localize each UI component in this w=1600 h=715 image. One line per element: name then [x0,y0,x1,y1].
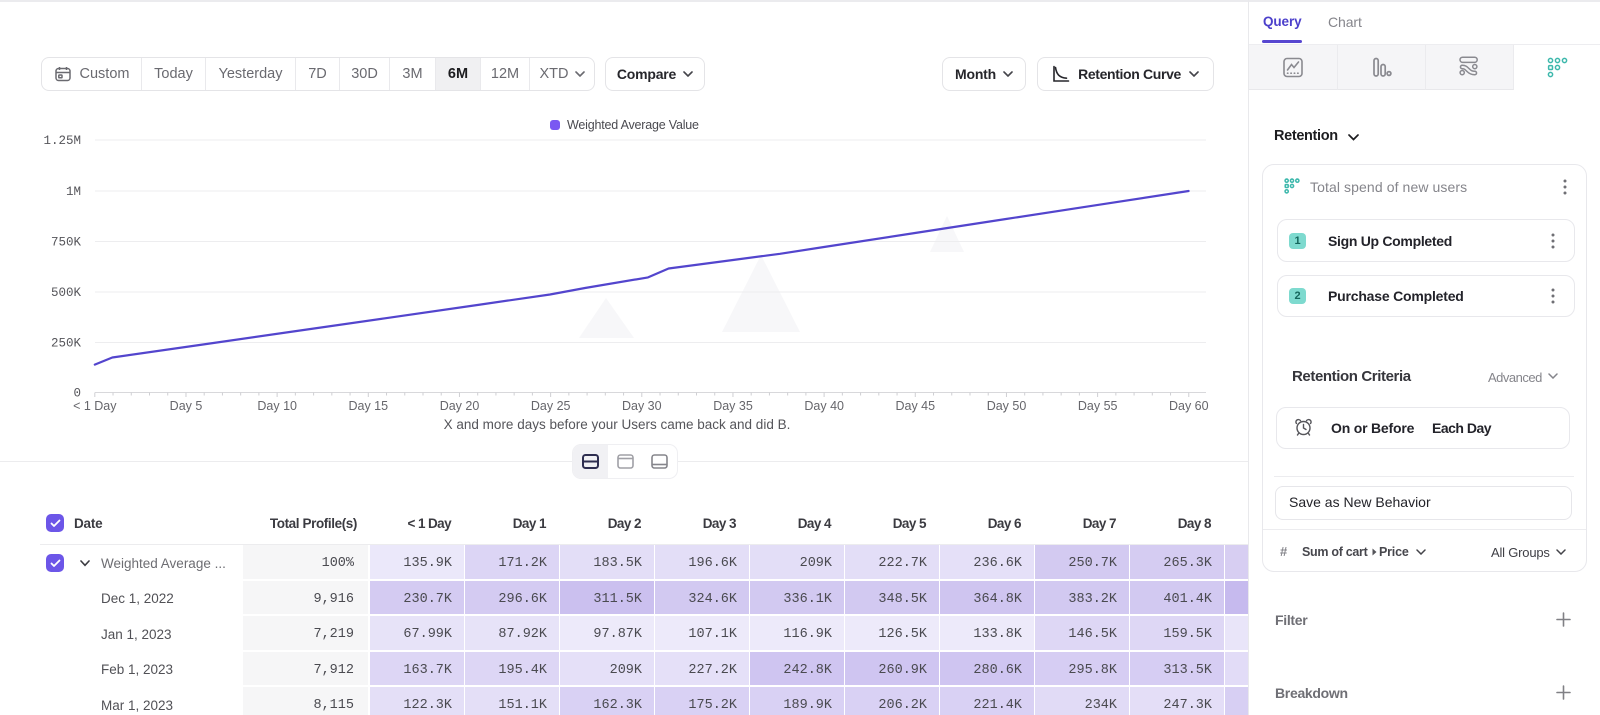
svg-text:X and more days before your Us: X and more days before your Users came b… [444,417,791,432]
svg-text:Day 20: Day 20 [440,399,480,413]
svg-text:Day 60: Day 60 [1169,399,1209,413]
svg-text:Day 10: Day 10 [257,399,297,413]
svg-text:Day 15: Day 15 [348,399,388,413]
svg-text:750K: 750K [51,236,82,250]
svg-text:< 1 Day: < 1 Day [73,399,117,413]
svg-text:Day 45: Day 45 [895,399,935,413]
svg-text:1M: 1M [66,185,81,199]
svg-text:Day 35: Day 35 [713,399,753,413]
svg-text:Day 50: Day 50 [987,399,1027,413]
svg-text:Day 40: Day 40 [804,399,844,413]
svg-text:Day 30: Day 30 [622,399,662,413]
svg-text:Day 55: Day 55 [1078,399,1118,413]
svg-text:Day 5: Day 5 [170,399,203,413]
svg-text:Day 25: Day 25 [531,399,571,413]
svg-text:1.25M: 1.25M [43,134,81,148]
svg-text:500K: 500K [51,286,82,300]
svg-text:250K: 250K [51,337,82,351]
